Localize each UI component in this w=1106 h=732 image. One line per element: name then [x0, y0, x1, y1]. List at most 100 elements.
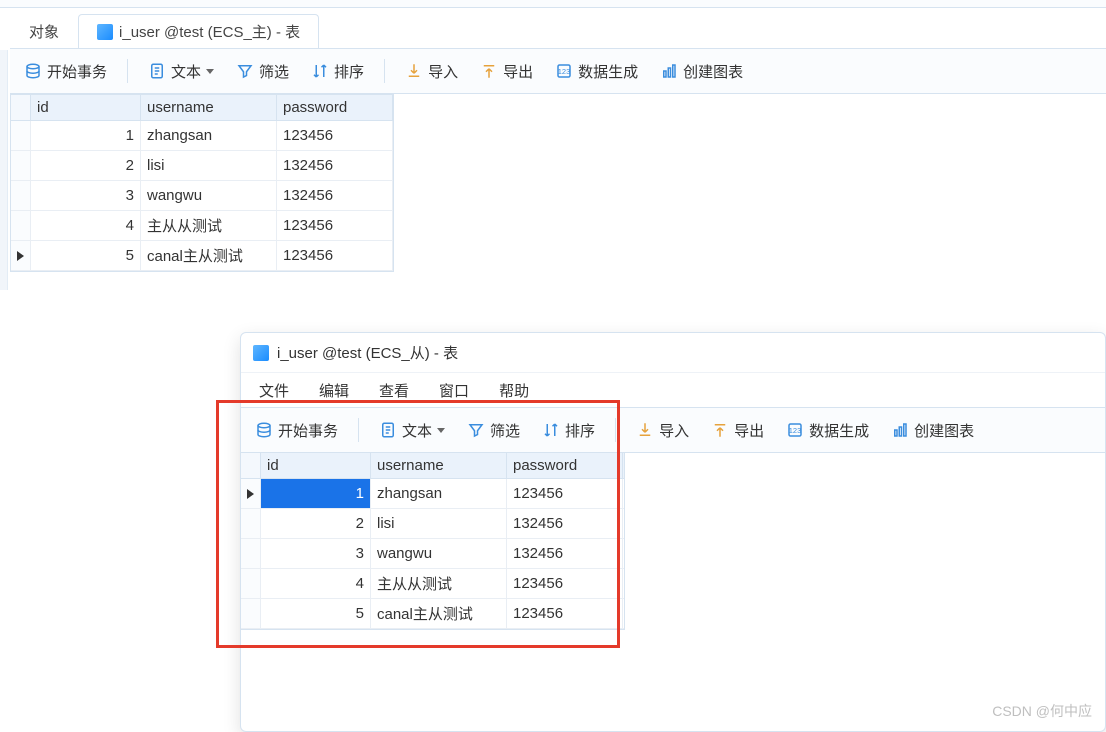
text-file-icon	[379, 421, 397, 439]
import-button[interactable]: 导入	[628, 416, 697, 445]
table-row[interactable]: 3wangwu132456	[11, 181, 393, 211]
table-row[interactable]: 4主从从测试123456	[241, 569, 624, 599]
table-icon	[253, 345, 269, 361]
data-generate-button[interactable]: 123 数据生成	[778, 416, 877, 445]
cell-username[interactable]: 主从从测试	[371, 569, 507, 598]
begin-transaction-button[interactable]: 开始事务	[16, 57, 115, 86]
row-gutter	[11, 211, 31, 240]
main-toolbar: 开始事务 文本 筛选 排序 导入 导出 123 数据生成 创建图表	[10, 48, 1106, 94]
cell-password[interactable]: 123456	[277, 121, 393, 150]
cell-password[interactable]: 123456	[507, 479, 623, 508]
create-chart-button[interactable]: 创建图表	[652, 57, 751, 86]
row-gutter	[11, 121, 31, 150]
grid-header: id username password	[241, 453, 624, 479]
export-icon	[480, 62, 498, 80]
gutter-header	[11, 95, 31, 120]
create-chart-button[interactable]: 创建图表	[883, 416, 982, 445]
tab-objects[interactable]: 对象	[10, 14, 78, 48]
chevron-down-icon	[437, 428, 445, 433]
cell-id[interactable]: 1	[261, 479, 371, 508]
watermark: CSDN @何中应	[992, 701, 1092, 721]
tab-label: i_user @test (ECS_主) - 表	[119, 21, 300, 42]
current-row-marker-icon	[17, 251, 24, 261]
cell-id[interactable]: 1	[31, 121, 141, 150]
menu-help[interactable]: 帮助	[499, 380, 529, 401]
main-data-grid[interactable]: id username password 1zhangsan1234562lis…	[10, 94, 394, 272]
svg-text:123: 123	[789, 426, 802, 435]
column-header-id[interactable]: id	[261, 453, 371, 478]
cell-username[interactable]: 主从从测试	[141, 211, 277, 240]
column-header-password[interactable]: password	[507, 453, 623, 478]
table-row[interactable]: 1zhangsan123456	[241, 479, 624, 509]
export-button[interactable]: 导出	[703, 416, 772, 445]
cell-password[interactable]: 132456	[277, 181, 393, 210]
data-generate-button[interactable]: 123 数据生成	[547, 57, 646, 86]
export-button[interactable]: 导出	[472, 57, 541, 86]
import-button[interactable]: 导入	[397, 57, 466, 86]
cell-id[interactable]: 3	[31, 181, 141, 210]
cell-username[interactable]: canal主从测试	[141, 241, 277, 270]
menu-window[interactable]: 窗口	[439, 380, 469, 401]
sort-icon	[311, 62, 329, 80]
cell-password[interactable]: 123456	[277, 241, 393, 270]
table-row[interactable]: 2lisi132456	[11, 151, 393, 181]
table-row[interactable]: 3wangwu132456	[241, 539, 624, 569]
cell-username[interactable]: lisi	[371, 509, 507, 538]
cell-username[interactable]: lisi	[141, 151, 277, 180]
filter-button[interactable]: 筛选	[228, 57, 297, 86]
secondary-data-grid[interactable]: id username password 1zhangsan1234562lis…	[241, 453, 625, 630]
separator	[127, 59, 128, 83]
menu-view[interactable]: 查看	[379, 380, 409, 401]
window-titlebar[interactable]: i_user @test (ECS_从) - 表	[241, 333, 1105, 373]
left-panel-stub	[0, 50, 8, 290]
data-gen-icon: 123	[555, 62, 573, 80]
table-row[interactable]: 2lisi132456	[241, 509, 624, 539]
tab-label: 对象	[29, 21, 59, 42]
import-icon	[636, 421, 654, 439]
column-header-password[interactable]: password	[277, 95, 393, 120]
cell-id[interactable]: 2	[261, 509, 371, 538]
table-row[interactable]: 5canal主从测试123456	[241, 599, 624, 629]
column-header-username[interactable]: username	[141, 95, 277, 120]
row-gutter	[241, 569, 261, 598]
cell-password[interactable]: 132456	[507, 539, 623, 568]
menu-edit[interactable]: 编辑	[319, 380, 349, 401]
menu-file[interactable]: 文件	[259, 380, 289, 401]
cell-id[interactable]: 5	[261, 599, 371, 628]
cell-username[interactable]: wangwu	[141, 181, 277, 210]
chevron-down-icon	[206, 69, 214, 74]
table-row[interactable]: 1zhangsan123456	[11, 121, 393, 151]
cell-password[interactable]: 132456	[277, 151, 393, 180]
funnel-icon	[467, 421, 485, 439]
cell-id[interactable]: 5	[31, 241, 141, 270]
tab-main-table[interactable]: i_user @test (ECS_主) - 表	[78, 14, 319, 48]
cell-password[interactable]: 132456	[507, 509, 623, 538]
row-gutter	[11, 241, 31, 270]
sort-icon	[542, 421, 560, 439]
window-menu-bar: 文件 编辑 查看 窗口 帮助	[241, 373, 1105, 407]
cell-username[interactable]: zhangsan	[141, 121, 277, 150]
cell-password[interactable]: 123456	[277, 211, 393, 240]
window-title: i_user @test (ECS_从) - 表	[277, 342, 458, 363]
table-row[interactable]: 4主从从测试123456	[11, 211, 393, 241]
text-view-button[interactable]: 文本	[371, 416, 453, 445]
cell-password[interactable]: 123456	[507, 569, 623, 598]
filter-button[interactable]: 筛选	[459, 416, 528, 445]
row-gutter	[11, 181, 31, 210]
cell-username[interactable]: canal主从测试	[371, 599, 507, 628]
cell-id[interactable]: 4	[261, 569, 371, 598]
cell-id[interactable]: 3	[261, 539, 371, 568]
column-header-username[interactable]: username	[371, 453, 507, 478]
column-header-id[interactable]: id	[31, 95, 141, 120]
text-view-button[interactable]: 文本	[140, 57, 222, 86]
cell-username[interactable]: zhangsan	[371, 479, 507, 508]
sort-button[interactable]: 排序	[534, 416, 603, 445]
cell-id[interactable]: 2	[31, 151, 141, 180]
sort-button[interactable]: 排序	[303, 57, 372, 86]
begin-transaction-button[interactable]: 开始事务	[247, 416, 346, 445]
table-row[interactable]: 5canal主从测试123456	[11, 241, 393, 271]
cell-id[interactable]: 4	[31, 211, 141, 240]
row-gutter	[241, 539, 261, 568]
cell-password[interactable]: 123456	[507, 599, 623, 628]
cell-username[interactable]: wangwu	[371, 539, 507, 568]
